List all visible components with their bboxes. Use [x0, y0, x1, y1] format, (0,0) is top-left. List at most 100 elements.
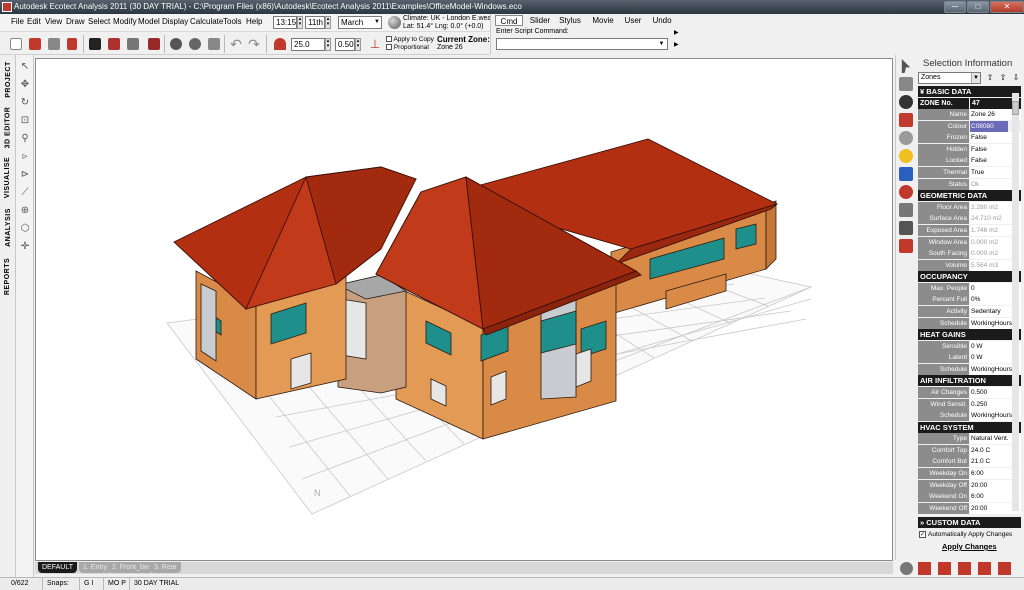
open-icon[interactable] [27, 36, 43, 52]
menu-model[interactable]: Model [138, 17, 160, 26]
pointer-icon[interactable]: ↖ [19, 61, 31, 73]
proportional-checkbox[interactable] [386, 44, 392, 51]
scale-field[interactable]: 0.50 [335, 38, 355, 51]
grid-icon[interactable] [125, 36, 141, 52]
close-button[interactable]: ✕ [990, 1, 1024, 13]
auto-apply-checkbox[interactable]: ✓ [919, 531, 926, 538]
menu-tools[interactable]: Tools [223, 17, 242, 26]
group-icon[interactable] [168, 36, 184, 52]
crosshair-icon[interactable]: ✛ [19, 241, 31, 253]
arrow-up-icon[interactable]: ⇧ [997, 72, 1009, 84]
model-viewport[interactable]: N [35, 58, 893, 561]
measure-icon[interactable]: ⟋ [19, 187, 31, 199]
view-tab-default[interactable]: DEFAULT [38, 562, 77, 573]
export-icon[interactable] [899, 239, 913, 253]
property-scrollbar[interactable] [1012, 93, 1019, 511]
view-tab-front[interactable]: 2. Front_bw [108, 562, 153, 573]
undo-icon[interactable]: ↶ [228, 36, 244, 52]
sun-icon[interactable] [899, 149, 913, 163]
apply-changes-button[interactable]: Apply Changes [942, 542, 997, 551]
colour-value[interactable]: C08080 [970, 120, 1008, 132]
month-select[interactable]: March ▼ [338, 16, 382, 29]
tab-reports[interactable]: REPORTS [0, 253, 16, 299]
target-icon[interactable]: ⊕ [19, 205, 31, 217]
link-icon[interactable] [206, 36, 222, 52]
apply-copy-checkbox[interactable] [386, 36, 392, 43]
tab-visualise[interactable]: VISUALISE [0, 153, 16, 201]
snap-distance-spinner[interactable]: ▴ ▾ [325, 38, 331, 51]
orbit-icon[interactable]: ↻ [19, 97, 31, 109]
chevron-down-icon[interactable]: ▼ [657, 40, 666, 48]
menu-edit[interactable]: Edit [27, 17, 41, 26]
render-icon[interactable] [87, 36, 103, 52]
report-icon[interactable] [998, 562, 1011, 575]
redo-icon[interactable]: ↷ [246, 36, 262, 52]
scale-spinner[interactable]: ▴ ▾ [355, 38, 361, 51]
materials-icon[interactable] [899, 95, 913, 109]
menu-modify[interactable]: Modify [113, 17, 137, 26]
proportional-option[interactable]: Proportional [386, 44, 434, 52]
new-icon[interactable] [8, 36, 24, 52]
section-hvac-system[interactable]: HVAC SYSTEM [918, 421, 1021, 433]
flag-icon[interactable] [65, 36, 81, 52]
zoom-icon[interactable]: ⚲ [19, 133, 31, 145]
maximize-button[interactable]: □ [967, 1, 989, 13]
section-occupancy[interactable]: OCCUPANCY [918, 271, 1021, 283]
lighting-icon[interactable] [899, 113, 913, 127]
auto-apply-option[interactable]: ✓ Automatically Apply Changes [919, 531, 1012, 538]
pan-icon[interactable]: ✥ [19, 79, 31, 91]
nodes-icon[interactable] [899, 185, 913, 199]
tab-3d-editor[interactable]: 3D EDITOR [0, 103, 16, 151]
menu-select[interactable]: Select [88, 17, 110, 26]
script-command-input[interactable]: ▼ [496, 38, 668, 50]
minimize-button[interactable]: ─ [944, 1, 966, 13]
section-air-infiltration[interactable]: AIR INFILTRATION [918, 375, 1021, 387]
zone-icon[interactable] [899, 77, 913, 91]
menu-calculate[interactable]: Calculate [190, 17, 223, 26]
section-custom-data[interactable]: » CUSTOM DATA [918, 517, 1021, 528]
view-tab-rear[interactable]: 3. Rear [150, 562, 181, 573]
network-icon[interactable] [899, 221, 913, 235]
view-tab-entry[interactable]: 1. Entry [79, 562, 112, 573]
shading-icon[interactable] [918, 562, 931, 575]
pointer-icon[interactable] [901, 59, 911, 73]
cube-icon[interactable]: ⬡ [19, 223, 31, 235]
bin-icon[interactable] [899, 203, 913, 217]
ungroup-icon[interactable] [187, 36, 203, 52]
menu-file[interactable]: File [11, 17, 24, 26]
tab-movie[interactable]: Movie [589, 15, 617, 26]
tab-undo[interactable]: Undo [651, 15, 673, 26]
layers-icon[interactable] [146, 36, 162, 52]
light-icon[interactable] [938, 562, 951, 575]
tab-analysis[interactable]: ANALYSIS [0, 203, 16, 251]
tab-cmd[interactable]: Cmd [495, 15, 523, 26]
section-heat-gains[interactable]: HEAT GAINS [918, 329, 1021, 341]
volume-icon[interactable] [899, 167, 913, 181]
arrow-down-icon[interactable]: ⇩ [1010, 72, 1022, 84]
object-icon[interactable] [106, 36, 122, 52]
day-spinner[interactable]: ▴ ▾ [325, 16, 331, 29]
compass-icon[interactable] [900, 562, 913, 575]
save-icon[interactable] [46, 36, 62, 52]
tab-user[interactable]: User [623, 15, 643, 26]
menu-display[interactable]: Display [162, 17, 188, 26]
menu-view[interactable]: View [45, 17, 62, 26]
tab-slider[interactable]: Slider [527, 15, 553, 26]
run-arrow-icon[interactable]: ▶ [674, 41, 679, 48]
thermal-icon[interactable] [978, 562, 991, 575]
acoustic-icon[interactable] [958, 562, 971, 575]
apply-copy-option[interactable]: Apply to Copy [386, 36, 434, 44]
selection-type-select[interactable]: Zones ▼ [918, 72, 981, 84]
day-field[interactable]: 11th [305, 16, 325, 29]
section-basic-data[interactable]: ¥ BASIC DATA [918, 86, 1021, 97]
time-field[interactable]: 13:15 [273, 16, 297, 29]
time-spinner[interactable]: ▴ ▾ [297, 16, 303, 29]
upload-icon[interactable]: ⇧ [984, 72, 996, 84]
menu-draw[interactable]: Draw [66, 17, 85, 26]
section-geometric-data[interactable]: GEOMETRIC DATA [918, 190, 1021, 202]
walk-icon[interactable]: ⊳ [19, 169, 31, 181]
tab-stylus[interactable]: Stylus [557, 15, 583, 26]
scrollbar-thumb[interactable] [1012, 101, 1019, 115]
magnet-icon[interactable] [272, 36, 288, 52]
expand-arrow-icon[interactable]: ▶ [674, 29, 679, 36]
